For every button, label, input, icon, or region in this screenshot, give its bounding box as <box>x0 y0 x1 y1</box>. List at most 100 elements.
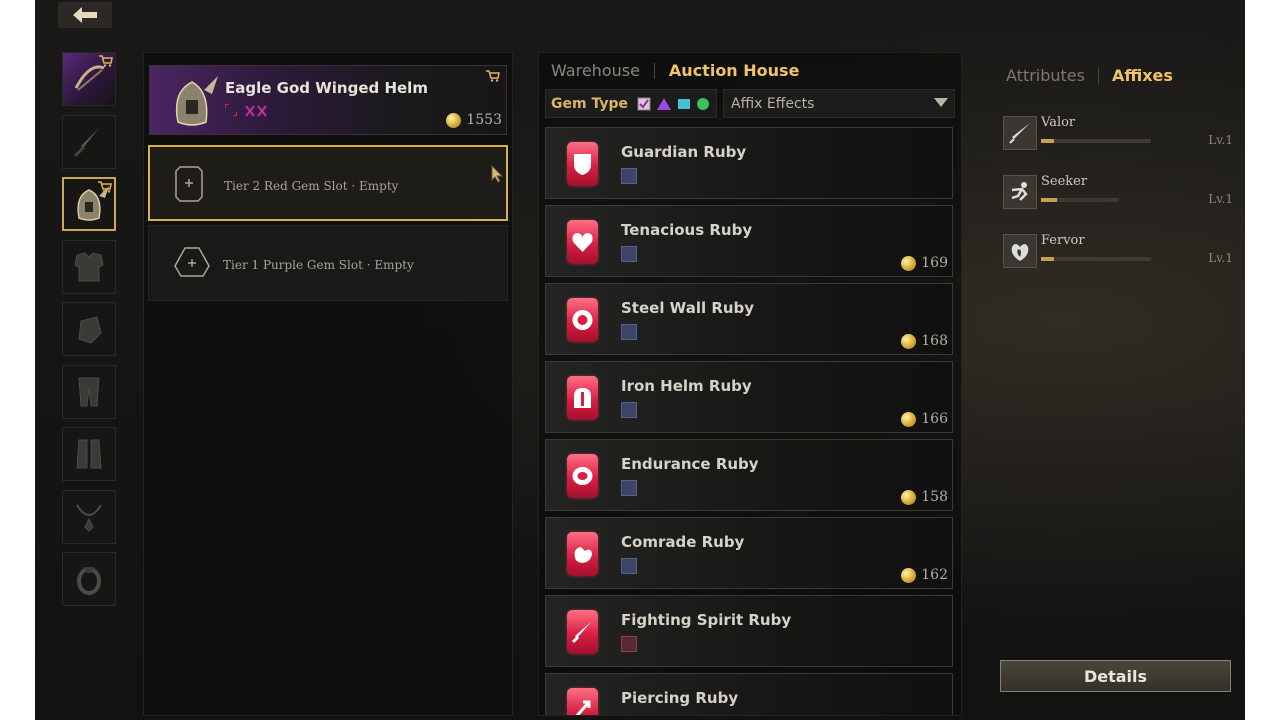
gem-item-piercing-ruby[interactable]: Piercing Ruby <box>545 673 953 715</box>
gem-name: Fighting Spirit Ruby <box>621 611 792 629</box>
sword-affix-icon <box>621 636 637 652</box>
shield-affix-icon <box>621 168 637 184</box>
gem-item-fighting-spirit-ruby[interactable]: Fighting Spirit Ruby <box>545 595 953 667</box>
gem-item-iron-helm-ruby[interactable]: Iron Helm Ruby 166 <box>545 361 953 433</box>
affix-level: Lv.1 <box>1208 192 1233 206</box>
triangle-socket-icon <box>174 247 210 277</box>
gold-coin-icon <box>901 567 917 583</box>
tab-affixes[interactable]: Affixes <box>1112 66 1173 85</box>
socket-indicators <box>225 104 269 118</box>
gem-name: Steel Wall Ruby <box>621 299 755 317</box>
arrow-left-icon <box>73 7 97 23</box>
affix-valor[interactable]: Valor Lv.1 <box>1003 114 1233 154</box>
gem-item-endurance-ruby[interactable]: Endurance Ruby 158 <box>545 439 953 511</box>
affix-level: Lv.1 <box>1208 133 1233 147</box>
green-gem-icon[interactable] <box>696 97 710 111</box>
equip-slot-helm[interactable] <box>62 177 116 231</box>
gem-name: Endurance Ruby <box>621 455 759 473</box>
gem-item-steel-wall-ruby[interactable]: Steel Wall Ruby 168 <box>545 283 953 355</box>
tab-divider <box>1097 67 1099 84</box>
ruby-gem-icon <box>567 298 598 342</box>
gem-item-guardian-ruby[interactable]: Guardian Ruby <box>545 127 953 199</box>
affix-progress-fill <box>1041 198 1057 202</box>
gem-item-comrade-ruby[interactable]: Comrade Ruby 162 <box>545 517 953 589</box>
chevron-down-icon <box>934 98 948 107</box>
purple-socket-icon <box>245 105 267 117</box>
helm-affix-icon <box>621 402 637 418</box>
sword-icon <box>1003 116 1037 150</box>
round-shield-affix-icon <box>621 324 637 340</box>
back-button[interactable] <box>58 2 112 28</box>
affix-seeker[interactable]: Seeker Lv.1 <box>1003 173 1233 213</box>
tab-attributes[interactable]: Attributes <box>1006 66 1085 85</box>
affix-progress-fill <box>1041 257 1055 261</box>
affix-effects-label: Affix Effects <box>731 95 815 112</box>
necklace-icon <box>76 504 102 532</box>
gold-coin-icon <box>446 112 462 128</box>
ruby-gem-icon <box>567 454 598 498</box>
equip-slot-chest-armor[interactable] <box>62 240 116 294</box>
gem-item-tenacious-ruby[interactable]: Tenacious Ruby 169 <box>545 205 953 277</box>
affix-level: Lv.1 <box>1208 251 1233 265</box>
dagger-icon <box>73 128 99 158</box>
affix-progress-bar <box>1041 198 1119 202</box>
ruby-gem-icon <box>567 688 598 715</box>
tab-divider <box>653 62 655 79</box>
details-button[interactable]: Details <box>1000 660 1231 692</box>
game-screen: Eagle God Winged Helm 1553 Tier 2 Red Ge… <box>35 0 1245 720</box>
gem-price-value: 169 <box>921 255 948 271</box>
endurance-affix-icon <box>621 480 637 496</box>
gem-slot-label: Tier 2 Red Gem Slot · Empty <box>224 179 399 193</box>
cyan-gem-icon[interactable] <box>677 97 691 111</box>
affix-fervor[interactable]: Fervor Lv.1 <box>1003 232 1233 272</box>
leg-armor-icon <box>78 377 100 407</box>
flame-heart-icon <box>1003 234 1037 268</box>
boots-icon <box>76 439 102 469</box>
affix-name: Fervor <box>1041 233 1085 248</box>
mouse-cursor-icon <box>491 165 503 183</box>
equip-slot-gauntlets[interactable] <box>62 302 116 356</box>
gold-coin-icon <box>901 411 917 427</box>
running-figure-icon <box>1003 175 1037 209</box>
shop-cart-icon <box>99 55 113 67</box>
equipped-item-card[interactable]: Eagle God Winged Helm 1553 <box>149 65 507 135</box>
chest-armor-icon <box>74 252 104 282</box>
hexagon-socket-icon <box>175 166 203 202</box>
gem-market-panel: Warehouse Auction House Gem Type Affix E… <box>538 52 962 716</box>
gem-name: Iron Helm Ruby <box>621 377 752 395</box>
equip-slot-necklace[interactable] <box>62 490 116 544</box>
affix-progress-bar <box>1041 139 1151 143</box>
equip-slot-ring[interactable] <box>62 552 116 606</box>
equip-slot-leg-armor[interactable] <box>62 365 116 419</box>
item-price: 1553 <box>446 112 502 128</box>
affix-progress-fill <box>1041 139 1055 143</box>
equip-slot-dagger[interactable] <box>62 115 116 169</box>
affix-effects-dropdown[interactable]: Affix Effects <box>723 89 955 118</box>
ruby-gem-icon <box>567 376 598 420</box>
gem-type-filter[interactable]: Gem Type <box>545 89 717 118</box>
gem-slot-label: Tier 1 Purple Gem Slot · Empty <box>223 258 414 272</box>
ruby-gem-icon <box>567 142 598 186</box>
gem-price: 166 <box>901 411 948 427</box>
purple-gem-icon[interactable] <box>656 97 672 111</box>
gem-price: 158 <box>901 489 948 505</box>
shop-cart-icon <box>486 70 500 82</box>
handshake-affix-icon <box>621 558 637 574</box>
tab-auction-house[interactable]: Auction House <box>669 61 800 80</box>
gem-slot-red[interactable]: Tier 2 Red Gem Slot · Empty <box>148 145 508 221</box>
gem-price-value: 162 <box>921 567 948 583</box>
item-price-value: 1553 <box>466 112 502 128</box>
equip-slot-crossbow[interactable] <box>62 52 116 106</box>
helm-item-icon <box>175 76 218 126</box>
market-tabs: Warehouse Auction House <box>551 61 799 80</box>
item-title: Eagle God Winged Helm <box>225 79 428 97</box>
gem-slot-purple[interactable]: Tier 1 Purple Gem Slot · Empty <box>148 225 508 301</box>
shop-cart-icon <box>98 181 112 193</box>
equip-slot-boots[interactable] <box>62 427 116 481</box>
checkbox-checked-icon[interactable] <box>637 97 651 111</box>
tab-warehouse[interactable]: Warehouse <box>551 61 640 80</box>
gold-coin-icon <box>901 255 917 271</box>
gem-price-value: 166 <box>921 411 948 427</box>
ruby-gem-icon <box>567 220 598 264</box>
heart-affix-icon <box>621 246 637 262</box>
